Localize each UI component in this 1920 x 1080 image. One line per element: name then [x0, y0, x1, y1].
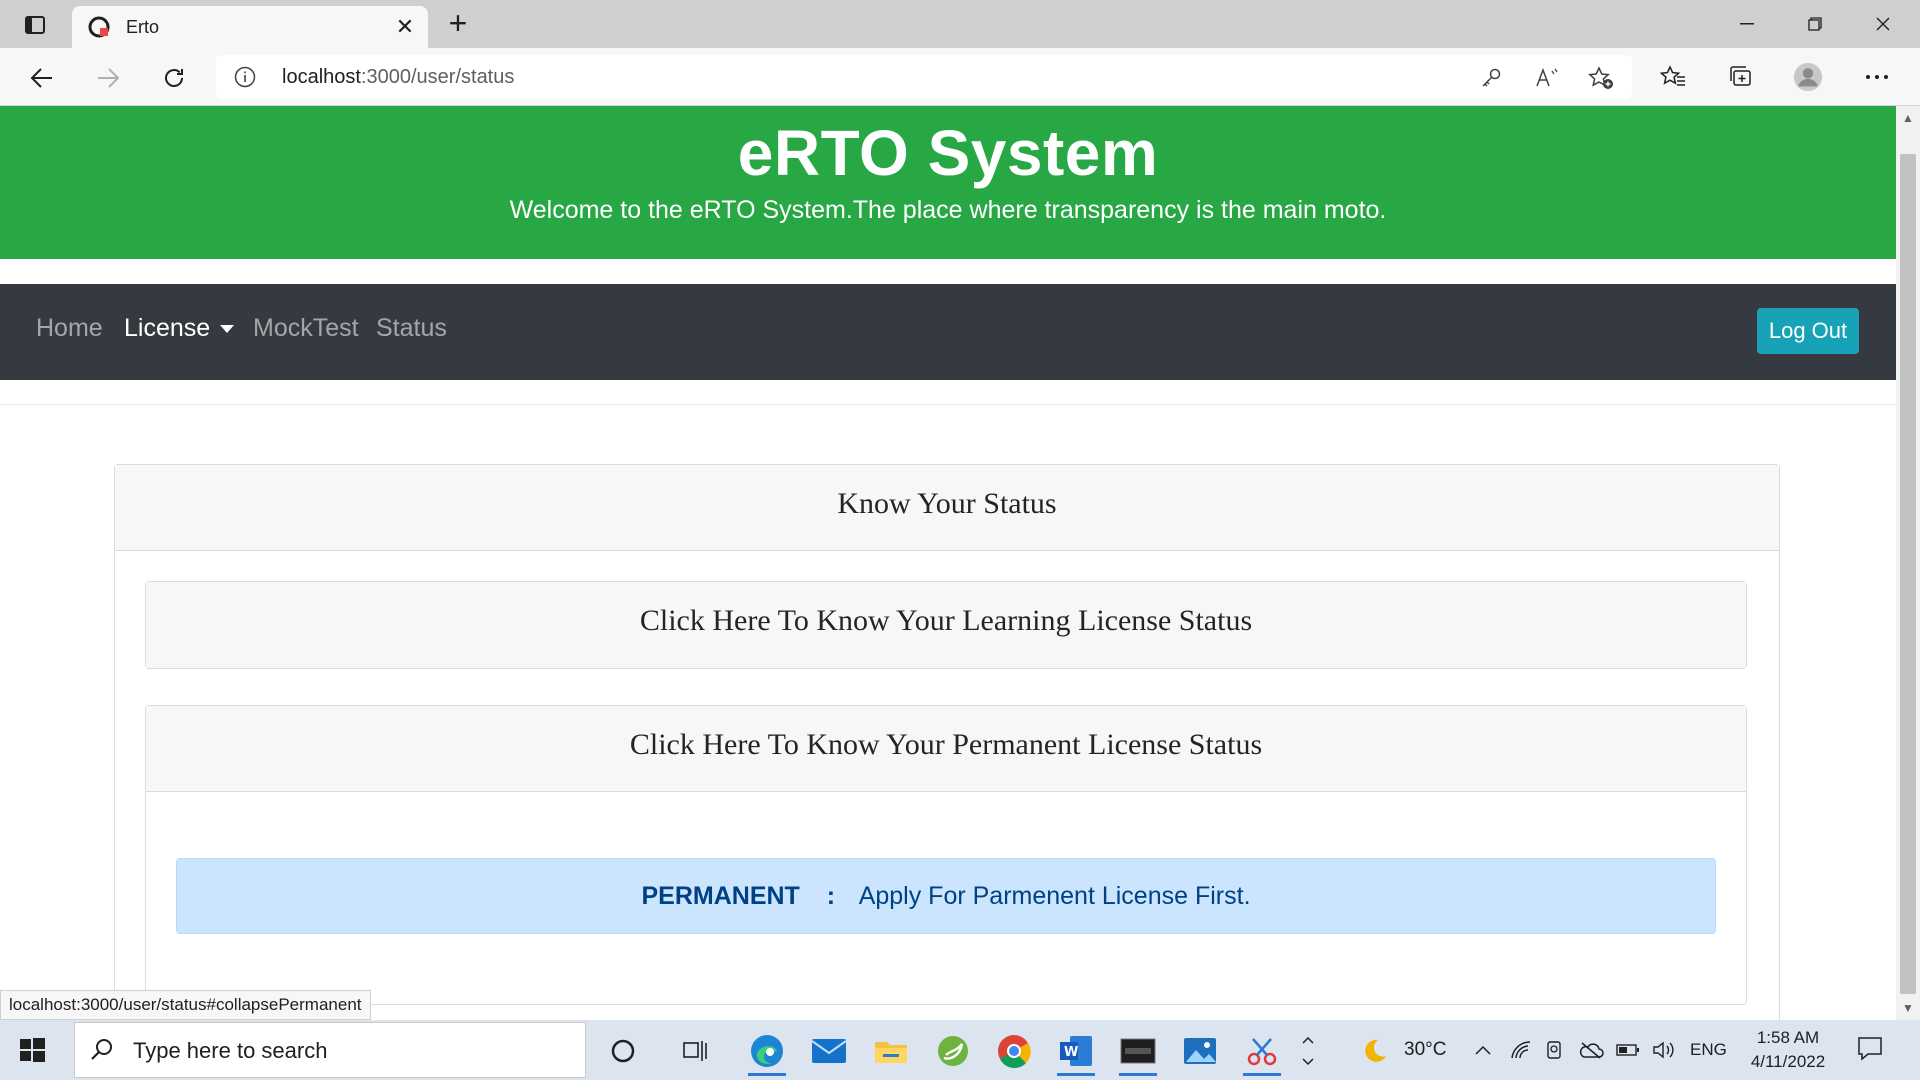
- divider: [0, 404, 1896, 405]
- taskbar-overflow-icon[interactable]: [1286, 1026, 1330, 1076]
- favorites-icon[interactable]: [1658, 62, 1688, 92]
- nav-home[interactable]: Home: [36, 314, 103, 343]
- link-status-tooltip: localhost:3000/user/status#collapsePerma…: [0, 990, 371, 1020]
- snipping-tool-icon[interactable]: [1237, 1026, 1287, 1076]
- nav-license-label: License: [124, 314, 211, 342]
- permanent-license-panel: Click Here To Know Your Permanent Licens…: [145, 705, 1747, 1005]
- scroll-thumb[interactable]: [1900, 154, 1916, 994]
- back-icon[interactable]: [22, 58, 62, 98]
- task-view-icon[interactable]: [670, 1026, 720, 1076]
- battery-icon[interactable]: [1616, 1020, 1640, 1080]
- edge-browser-icon[interactable]: [742, 1026, 792, 1076]
- clock-time: 1:58 AM: [1756, 1028, 1820, 1047]
- logout-button[interactable]: Log Out: [1757, 308, 1859, 354]
- taskbar-clock[interactable]: 1:58 AM 4/11/2022: [1740, 1026, 1836, 1074]
- open-app-indicator: [1243, 1073, 1281, 1076]
- active-app-indicator: [748, 1073, 786, 1076]
- status-card: Know Your Status Click Here To Know Your…: [114, 464, 1780, 1020]
- nav-mocktest[interactable]: MockTest: [253, 314, 359, 343]
- svg-text:W: W: [1064, 1045, 1078, 1060]
- moon-icon: [1365, 1039, 1386, 1062]
- browser-toolbar: localhost:3000/user/status: [0, 48, 1920, 106]
- tab-actions-icon[interactable]: [18, 12, 52, 38]
- site-tagline: Welcome to the eRTO System.The place whe…: [509, 196, 1387, 224]
- card-title: Know Your Status: [837, 487, 1057, 520]
- word-icon[interactable]: W: [1051, 1026, 1101, 1076]
- weather-widget[interactable]: 30°C: [1360, 1020, 1446, 1080]
- alert-message: Apply For Parmenent License First.: [858, 882, 1251, 910]
- browser-tab-bar: Erto ✕ +: [0, 0, 1920, 48]
- open-app-indicator: [1057, 1073, 1095, 1076]
- permanent-license-header: Click Here To Know Your Permanent Licens…: [629, 728, 1263, 761]
- minimize-icon[interactable]: [1724, 8, 1770, 40]
- permanent-status-alert: PERMANENT : Apply For Parmenent License …: [176, 858, 1716, 934]
- tab-close-icon[interactable]: ✕: [392, 14, 418, 40]
- onedrive-icon[interactable]: [1578, 1020, 1604, 1080]
- scroll-up-icon[interactable]: ▲: [1902, 112, 1914, 124]
- weather-temperature: 30°C: [1404, 1039, 1447, 1060]
- volume-icon[interactable]: [1652, 1020, 1676, 1080]
- more-options-icon[interactable]: [1862, 62, 1892, 92]
- nav-status[interactable]: Status: [376, 314, 447, 343]
- page-viewport: eRTO System Welcome to the eRTO System.T…: [0, 106, 1896, 1020]
- chrome-icon[interactable]: [989, 1026, 1039, 1076]
- profile-avatar-icon[interactable]: [1793, 62, 1823, 92]
- learning-license-panel: Click Here To Know Your Learning License…: [145, 581, 1747, 669]
- collections-icon[interactable]: [1726, 62, 1756, 92]
- alert-separator: :: [826, 882, 836, 910]
- alert-label: PERMANENT: [641, 882, 800, 910]
- taskbar-search-box[interactable]: Type here to search: [74, 1022, 586, 1078]
- nav-license-dropdown[interactable]: License: [124, 314, 235, 343]
- meet-now-icon[interactable]: [1545, 1020, 1565, 1080]
- photos-icon[interactable]: [1175, 1026, 1225, 1076]
- caret-down-icon: [220, 325, 235, 334]
- status-card-header: Know Your Status: [115, 465, 1779, 551]
- show-hidden-icons-icon[interactable]: [1474, 1020, 1492, 1080]
- site-navbar: Home License MockTest Status Log Out: [0, 284, 1896, 380]
- key-icon[interactable]: [1478, 65, 1504, 91]
- cortana-icon[interactable]: [598, 1026, 648, 1076]
- notifications-icon[interactable]: [1856, 1034, 1886, 1064]
- refresh-icon[interactable]: [154, 58, 194, 98]
- browser-tab[interactable]: Erto ✕: [72, 6, 428, 48]
- mail-icon[interactable]: [804, 1026, 854, 1076]
- address-bar[interactable]: localhost:3000/user/status: [216, 55, 1632, 99]
- url-host: localhost: [282, 66, 361, 88]
- header-banner: eRTO System Welcome to the eRTO System.T…: [0, 106, 1896, 259]
- tab-title: Erto: [126, 17, 160, 37]
- permanent-license-toggle[interactable]: Click Here To Know Your Permanent Licens…: [146, 706, 1746, 792]
- wifi-icon[interactable]: [1510, 1020, 1532, 1080]
- restore-icon[interactable]: [1792, 8, 1838, 40]
- clock-date: 4/11/2022: [1750, 1052, 1826, 1071]
- vertical-scrollbar[interactable]: ▲ ▼: [1896, 106, 1920, 1020]
- scroll-down-icon[interactable]: ▼: [1902, 1002, 1914, 1014]
- read-aloud-icon[interactable]: [1534, 65, 1560, 91]
- search-placeholder: Type here to search: [133, 1038, 328, 1063]
- window-close-icon[interactable]: [1860, 8, 1906, 40]
- windows-start-icon[interactable]: [18, 1036, 46, 1064]
- file-explorer-icon[interactable]: [866, 1026, 916, 1076]
- search-icon: [89, 1037, 117, 1065]
- mysql-terminal-icon[interactable]: [1113, 1026, 1163, 1076]
- site-title: eRTO System: [737, 117, 1159, 189]
- site-info-icon[interactable]: [234, 66, 256, 88]
- add-favorite-icon[interactable]: [1588, 65, 1614, 91]
- forward-icon[interactable]: [88, 58, 128, 98]
- learning-license-toggle[interactable]: Click Here To Know Your Learning License…: [146, 582, 1746, 668]
- windows-taskbar: Type here to search W 30°C ENG 1:58 AM 4…: [0, 1020, 1920, 1080]
- learning-license-header: Click Here To Know Your Learning License…: [639, 604, 1253, 637]
- url-text: localhost:3000/user/status: [282, 66, 514, 89]
- site-favicon-icon: [88, 16, 110, 38]
- spring-tool-icon[interactable]: [928, 1026, 978, 1076]
- new-tab-icon[interactable]: +: [442, 7, 474, 40]
- language-indicator[interactable]: ENG: [1690, 1020, 1727, 1080]
- url-path: :3000/user/status: [360, 66, 515, 88]
- open-app-indicator: [1119, 1073, 1157, 1076]
